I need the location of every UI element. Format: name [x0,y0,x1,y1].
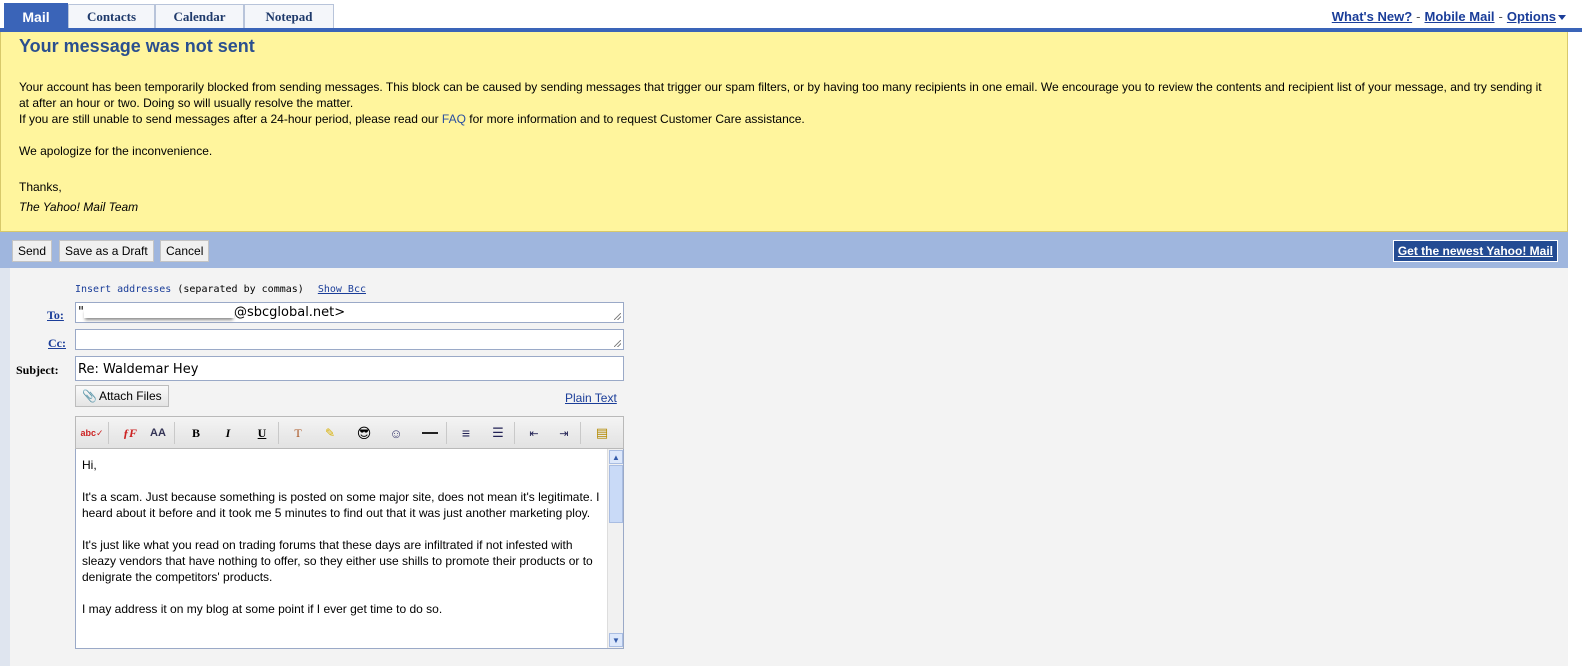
formatting-toolbar: abc✓ ƒF AA B I U T ✎ 😎 ☺ ≡ ☰ ⇤ ⇥ ▤ [75,416,624,449]
toolbar-divider [278,422,279,444]
warning-title: Your message was not sent [19,36,255,56]
warning-paragraph: Your account has been temporarily blocke… [19,80,1542,110]
editor-scrollbar[interactable]: ▲ ▼ [607,449,623,648]
body-paragraph: It's a scam. Just because something is p… [82,490,600,520]
list-icon[interactable]: ☰ [488,424,508,442]
body-paragraph: It's just like what you read on trading … [82,538,593,584]
bold-icon[interactable]: B [186,424,206,442]
to-value: " @sbcglobal.net> [78,305,346,320]
message-body-editor[interactable]: Hi, It's a scam. Just because something … [75,449,624,649]
tab-contacts[interactable]: Contacts [68,4,155,28]
font-size-icon[interactable]: AA [148,424,168,442]
redacted-region [84,308,234,318]
warning-text: If you are still unable to send messages… [19,112,442,126]
scroll-thumb[interactable] [609,465,623,523]
chevron-down-icon[interactable] [1558,15,1566,21]
separator: - [1498,9,1503,24]
subject-field[interactable]: Re: Waldemar Hey [75,356,624,381]
horizontal-rule-icon[interactable] [420,424,440,442]
separator: - [1416,9,1421,24]
resize-grip-icon[interactable] [614,313,621,320]
action-bar: Send Save as a Draft Cancel Get the newe… [0,232,1568,268]
tab-calendar[interactable]: Calendar [155,4,244,28]
scroll-up-icon[interactable]: ▲ [609,450,623,464]
spellcheck-icon[interactable]: abc✓ [80,424,103,442]
emoticon-icon[interactable]: 😎 [354,424,374,442]
whats-new-link[interactable]: What's New? [1332,9,1412,24]
cc-label[interactable]: Cc: [48,336,66,351]
send-button[interactable]: Send [12,240,53,262]
align-icon[interactable]: ≡ [456,424,476,442]
top-links: What's New? - Mobile Mail - Options [1332,9,1566,24]
toolbar-divider [580,422,581,444]
resize-grip-icon[interactable] [614,340,621,347]
italic-icon[interactable]: I [218,424,238,442]
stationery-icon[interactable]: ☺ [386,424,406,442]
font-family-icon[interactable]: ƒF [120,424,140,442]
insert-addresses-link[interactable]: Insert addresses [75,284,171,295]
attach-files-button[interactable]: 📎 Attach Files [75,385,169,407]
to-field[interactable]: " @sbcglobal.net> [75,302,624,323]
show-bcc-link[interactable]: Show Bcc [318,284,366,295]
compose-area: Insert addresses (separated by commas) S… [0,268,1568,666]
warning-signature: The Yahoo! Mail Team [19,200,139,214]
toolbar-divider [174,422,175,444]
attach-files-label: Attach Files [98,389,162,403]
cc-field[interactable] [75,329,624,350]
get-newest-mail-button[interactable]: Get the newest Yahoo! Mail [1392,240,1558,262]
outdent-icon[interactable]: ⇤ [524,424,544,442]
toolbar-divider [514,422,515,444]
body-paragraph: I may address it on my blog at some poin… [82,602,443,616]
faq-link[interactable]: FAQ [442,112,466,126]
warning-faq-paragraph: If you are still unable to send messages… [19,111,1549,127]
to-label[interactable]: To: [47,308,64,323]
warning-box: Your message was not sent Your account h… [0,32,1568,232]
insert-image-icon[interactable]: ▤ [592,424,612,442]
scroll-down-icon[interactable]: ▼ [609,633,623,647]
message-body-text: Hi, It's a scam. Just because something … [82,457,602,633]
save-draft-button[interactable]: Save as a Draft [59,240,154,262]
toolbar-divider [446,422,447,444]
tab-mail[interactable]: Mail [4,3,68,29]
tab-bar: Mail Contacts Calendar Notepad What's Ne… [0,0,1582,32]
tab-notepad[interactable]: Notepad [244,4,334,28]
subject-value: Re: Waldemar Hey [78,362,199,377]
cancel-button[interactable]: Cancel [160,240,210,262]
text-color-icon[interactable]: T [288,424,308,442]
underline-icon[interactable]: U [252,424,272,442]
highlight-icon[interactable]: ✎ [320,424,340,442]
plain-text-link[interactable]: Plain Text [565,391,617,405]
options-link[interactable]: Options [1507,9,1556,24]
address-helper: Insert addresses (separated by commas) S… [75,284,366,295]
warning-apology: We apologize for the inconvenience. [19,144,213,158]
subject-label: Subject: [16,363,59,377]
warning-text: for more information and to request Cust… [465,112,805,126]
paperclip-icon: 📎 [82,389,97,403]
toolbar-divider [108,422,109,444]
indent-icon[interactable]: ⇥ [554,424,574,442]
mobile-mail-link[interactable]: Mobile Mail [1424,9,1494,24]
body-paragraph: Hi, [82,458,97,472]
separated-note: (separated by commas) [177,284,304,295]
warning-thanks: Thanks, [19,180,62,194]
